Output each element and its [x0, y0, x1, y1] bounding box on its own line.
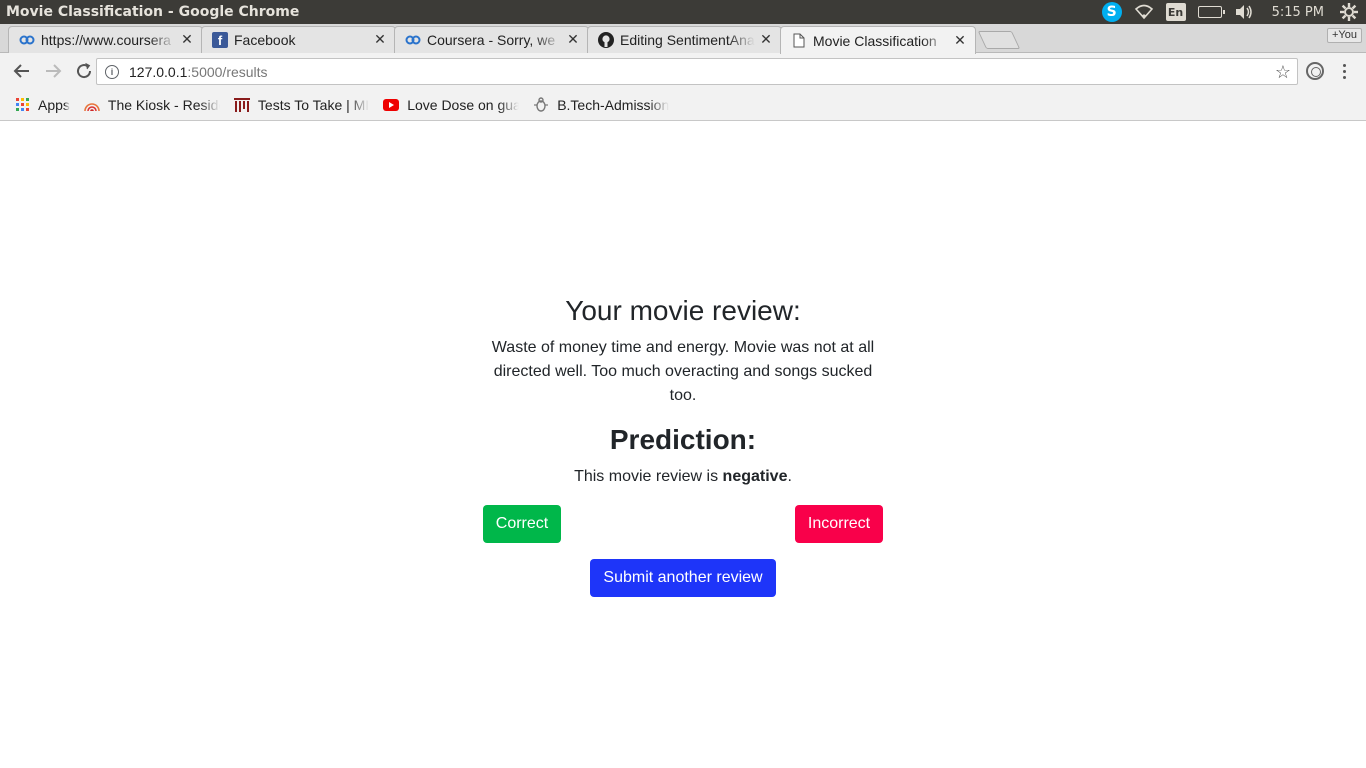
skype-icon[interactable]: S — [1101, 0, 1122, 24]
info-icon[interactable]: i — [105, 64, 119, 79]
back-button[interactable] — [8, 57, 36, 85]
bookmark-label: Love Dose on gua — [407, 96, 520, 113]
tab-coursera-2[interactable]: Coursera - Sorry, we ✕ — [394, 26, 589, 53]
prediction-label: negative — [722, 468, 788, 485]
os-top-panel: Movie Classification - Google Chrome S E… — [0, 0, 1366, 24]
menu-kebab-icon[interactable] — [1337, 59, 1351, 83]
coursera-icon — [19, 32, 35, 48]
arrow-right-icon — [46, 64, 62, 78]
submit-another-review-button[interactable]: Submit another review — [590, 559, 776, 597]
tab-title: https://www.coursera — [41, 32, 171, 48]
page-content: Your movie review: Waste of money time a… — [0, 122, 1366, 768]
window-title: Movie Classification - Google Chrome — [6, 4, 300, 20]
browser-toolbar: i 127.0.0.1:5000/results ☆ — [0, 53, 1366, 89]
bookmarks-bar: Apps The Kiosk - Reside Tests To Take | … — [0, 89, 1366, 121]
correct-button[interactable]: Correct — [483, 505, 561, 543]
prediction-heading: Prediction: — [609, 424, 757, 455]
bookmark-apps[interactable]: Apps — [14, 93, 70, 117]
extension-icon[interactable] — [1306, 62, 1324, 80]
incorrect-button[interactable]: Incorrect — [795, 505, 883, 543]
prediction-prefix: This movie review is — [574, 468, 723, 485]
bookmark-label: Apps — [38, 96, 70, 113]
bookmark-star-icon[interactable]: ☆ — [1275, 62, 1291, 83]
bookmark-love-dose[interactable]: Love Dose on gua — [383, 93, 519, 117]
review-text: Waste of money time and energy. Movie wa… — [491, 339, 875, 404]
close-icon[interactable]: ✕ — [566, 32, 580, 48]
url-path: :5000/results — [187, 63, 268, 80]
tab-title: Movie Classification — [813, 32, 937, 49]
forward-button[interactable] — [39, 57, 67, 85]
bookmark-kiosk[interactable]: The Kiosk - Reside — [84, 93, 220, 117]
keyboard-language-indicator[interactable]: En — [1165, 0, 1186, 24]
bookmark-label: The Kiosk - Reside — [107, 96, 220, 113]
coursera-icon — [405, 32, 421, 48]
page-icon — [791, 33, 807, 49]
tab-title: Editing SentimentAna — [620, 32, 755, 48]
review-heading: Your movie review: — [565, 295, 801, 326]
reload-icon — [77, 63, 92, 79]
bookmark-tests-to-take[interactable]: Tests To Take | MI — [233, 93, 370, 117]
apps-icon — [14, 97, 30, 113]
tab-facebook[interactable]: f Facebook ✕ — [201, 26, 396, 53]
reload-button[interactable] — [70, 57, 98, 85]
youtube-icon — [383, 97, 400, 113]
bug-icon — [533, 96, 549, 113]
new-tab-button[interactable] — [977, 31, 1021, 49]
profile-button[interactable]: +You — [1327, 28, 1362, 43]
github-icon — [598, 32, 614, 48]
tab-title: Coursera - Sorry, we — [427, 32, 556, 48]
tab-title: Facebook — [234, 32, 296, 48]
tab-movie-classification[interactable]: Movie Classification ✕ — [780, 26, 976, 54]
prediction-suffix: . — [787, 468, 792, 485]
url-host: 127.0.0.1 — [129, 63, 188, 80]
address-bar[interactable]: i 127.0.0.1:5000/results ☆ — [96, 58, 1298, 85]
system-tray: S En 5:15 PM — [1090, 0, 1366, 24]
kiosk-icon — [84, 97, 100, 113]
facebook-icon: f — [212, 32, 228, 48]
bookmark-label: Tests To Take | MI — [257, 96, 370, 113]
tab-github[interactable]: Editing SentimentAna ✕ — [587, 26, 782, 53]
mit-icon — [233, 97, 250, 113]
volume-icon[interactable] — [1234, 0, 1254, 24]
tab-strip: https://www.coursera ✕ f Facebook ✕ Cour… — [0, 24, 1366, 54]
prediction-result: This movie review is negative. — [0, 465, 1366, 489]
wifi-icon[interactable] — [1134, 0, 1154, 24]
clock[interactable]: 5:15 PM — [1272, 0, 1324, 24]
close-icon[interactable]: ✕ — [373, 32, 387, 48]
battery-icon[interactable] — [1197, 0, 1225, 24]
close-icon[interactable]: ✕ — [180, 32, 194, 48]
bookmark-label: B.Tech-Admission — [557, 96, 670, 113]
skype-letter: S — [1101, 2, 1122, 22]
language-label: En — [1165, 3, 1186, 21]
close-icon[interactable]: ✕ — [953, 33, 967, 49]
arrow-left-icon — [13, 64, 29, 78]
tab-coursera-1[interactable]: https://www.coursera ✕ — [8, 26, 203, 53]
close-icon[interactable]: ✕ — [759, 32, 773, 48]
settings-gear-icon[interactable] — [1340, 0, 1358, 24]
bookmark-btech-admission[interactable]: B.Tech-Admission — [533, 93, 669, 117]
